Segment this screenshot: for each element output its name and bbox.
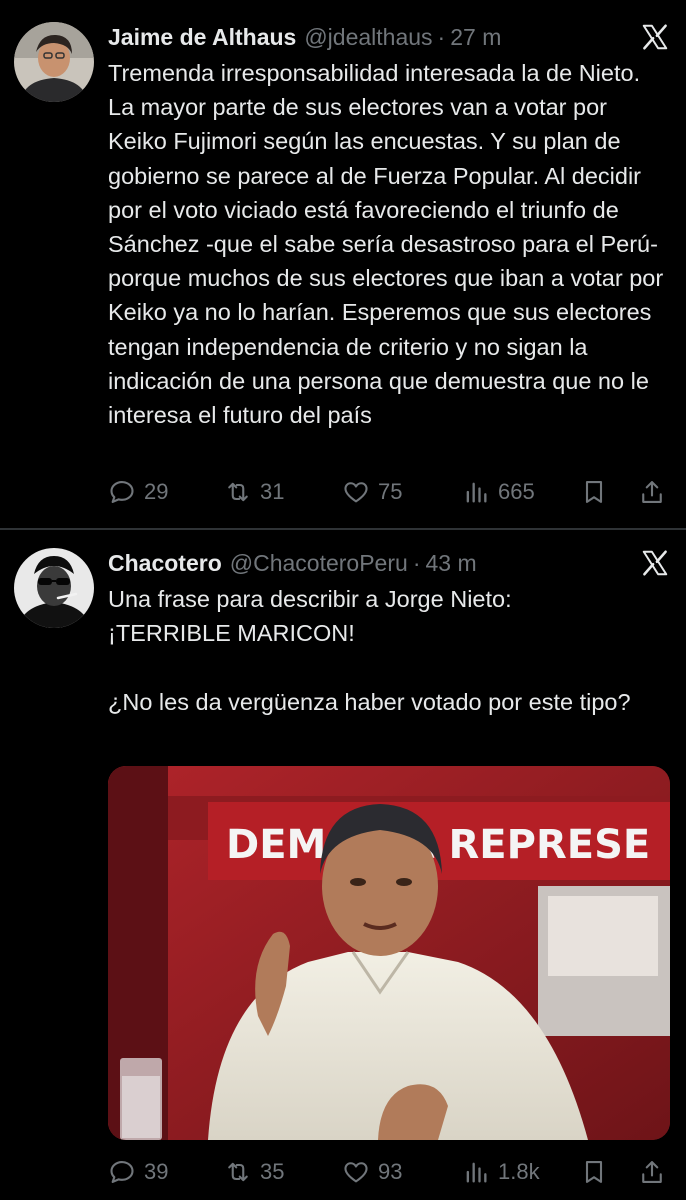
like-button[interactable]: 93 (342, 1152, 402, 1192)
separator-dot: · (437, 24, 446, 50)
avatar[interactable] (14, 548, 94, 628)
bookmark-button[interactable] (580, 1152, 608, 1192)
tweet-media-image[interactable]: DEMOC A REPRESE (108, 766, 670, 1140)
author-name[interactable]: Jaime de Althaus (108, 22, 296, 52)
reply-count: 29 (144, 479, 169, 504)
separator-dot: · (412, 550, 421, 576)
timestamp[interactable]: 43 m (425, 548, 476, 578)
repost-button[interactable]: 31 (224, 472, 284, 512)
views-button[interactable]: 665 (462, 472, 535, 512)
like-count: 75 (378, 479, 403, 504)
tweet-actions: 29 31 75 665 (108, 472, 668, 512)
views-icon (466, 482, 487, 503)
reply-button[interactable]: 39 (108, 1152, 168, 1192)
share-button[interactable] (638, 472, 666, 512)
repost-icon (228, 1162, 248, 1182)
reply-icon (110, 1161, 134, 1183)
like-icon (344, 1162, 368, 1183)
reply-count: 39 (144, 1159, 169, 1184)
reply-button[interactable]: 29 (108, 472, 168, 512)
repost-button[interactable]: 35 (224, 1152, 284, 1192)
author-name[interactable]: Chacotero (108, 548, 222, 578)
repost-count: 31 (260, 479, 285, 504)
avatar[interactable] (14, 22, 94, 102)
view-count: 665 (498, 479, 535, 504)
tweet-text: Una frase para describir a Jorge Nieto: … (108, 586, 631, 715)
views-icon (466, 1162, 487, 1183)
repost-icon (228, 482, 248, 502)
bookmark-icon (585, 1161, 603, 1183)
x-logo-icon[interactable] (640, 548, 670, 578)
tweet-header: Chacotero @ChacoteroPeru · 43 m (108, 548, 477, 578)
tweet-actions: 39 35 93 1.8k (108, 1152, 668, 1192)
tweet-header: Jaime de Althaus @jdealthaus · 27 m (108, 22, 501, 52)
bookmark-icon (585, 481, 603, 503)
share-icon (642, 1161, 662, 1183)
share-button[interactable] (638, 1152, 666, 1192)
like-count: 93 (378, 1159, 403, 1184)
like-icon (344, 482, 368, 503)
tweet[interactable]: Jaime de Althaus @jdealthaus · 27 m Trem… (0, 0, 686, 528)
share-icon (642, 481, 662, 503)
timestamp[interactable]: 27 m (450, 22, 501, 52)
author-handle[interactable]: @jdealthaus (304, 22, 432, 52)
tweet[interactable]: Chacotero @ChacoteroPeru · 43 m Una fras… (0, 530, 686, 1200)
timeline-feed: Jaime de Althaus @jdealthaus · 27 m Trem… (0, 0, 686, 1200)
tweet-text: Tremenda irresponsabilidad interesada la… (108, 60, 670, 429)
like-button[interactable]: 75 (342, 472, 402, 512)
bookmark-button[interactable] (580, 472, 608, 512)
author-handle[interactable]: @ChacoteroPeru (230, 548, 408, 578)
reply-icon (110, 481, 134, 503)
repost-count: 35 (260, 1159, 285, 1184)
views-button[interactable]: 1.8k (462, 1152, 540, 1192)
x-logo-icon[interactable] (640, 22, 670, 52)
view-count: 1.8k (498, 1159, 540, 1184)
